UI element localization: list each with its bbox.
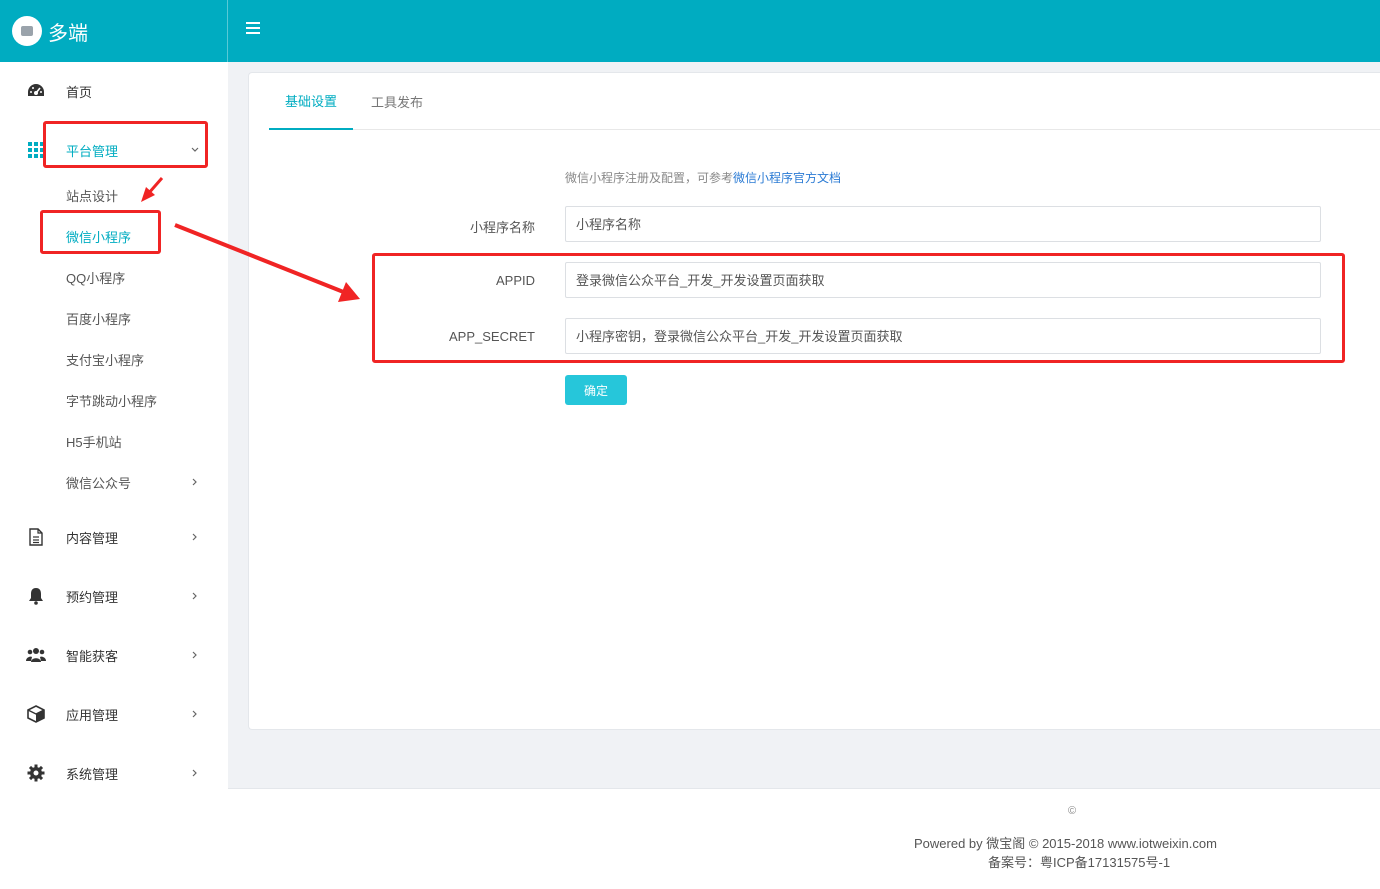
sidebar-subitem-label: QQ小程序 xyxy=(66,270,126,286)
official-docs-link[interactable]: 微信小程序官方文档 xyxy=(733,171,841,185)
brand-logo-icon xyxy=(12,16,42,46)
chevron-right-icon xyxy=(188,589,202,603)
chevron-right-icon xyxy=(188,530,202,544)
sidebar-subitem-site-design[interactable]: 站点设计 xyxy=(0,180,228,210)
sidebar-subitem-wechat-official-account[interactable]: 微信公众号 xyxy=(0,467,228,497)
sidebar-item-content[interactable]: 内容管理 xyxy=(0,517,228,557)
sidebar-subitem-label: 字节跳动小程序 xyxy=(66,393,158,409)
sidebar-item-home[interactable]: 首页 xyxy=(0,71,228,111)
confirm-button[interactable]: 确定 xyxy=(565,375,627,405)
cube-icon xyxy=(26,704,46,724)
miniprogram-name-input[interactable] xyxy=(565,206,1321,242)
users-icon xyxy=(26,645,46,665)
chevron-right-icon xyxy=(188,707,202,721)
annotation-highlight-credentials xyxy=(372,253,1345,363)
annotation-highlight-platform xyxy=(43,121,208,168)
footer: © Powered by 微宝阁 © 2015-2018 www.iotweix… xyxy=(228,788,1380,889)
sidebar-item-label: 首页 xyxy=(66,84,93,100)
top-header: 多端 xyxy=(0,0,1380,62)
copyright-symbol: © xyxy=(1068,805,1077,817)
sidebar-subitem-h5-site[interactable]: H5手机站 xyxy=(0,426,228,456)
sidebar-subitem-bytedance-miniprogram[interactable]: 字节跳动小程序 xyxy=(0,385,228,415)
sidebar-subitem-qq-miniprogram[interactable]: QQ小程序 xyxy=(0,262,228,292)
sidebar-item-label: 预约管理 xyxy=(66,589,119,605)
sidebar-subitem-label: 支付宝小程序 xyxy=(66,352,145,368)
sidebar-item-app-management[interactable]: 应用管理 xyxy=(0,694,228,734)
sidebar-item-label: 应用管理 xyxy=(66,707,119,723)
brand[interactable]: 多端 xyxy=(0,0,228,62)
tab-tool-release[interactable]: 工具发布 xyxy=(355,73,439,130)
sidebar-item-label: 智能获客 xyxy=(66,648,119,664)
brand-title: 多端 xyxy=(48,22,88,45)
sidebar-subitem-label: 百度小程序 xyxy=(66,311,132,327)
sidebar-item-customer-acquisition[interactable]: 智能获客 xyxy=(0,635,228,675)
settings-card: 基础设置 工具发布 微信小程序注册及配置，可参考微信小程序官方文档 小程序名称 … xyxy=(248,72,1380,730)
chevron-right-icon xyxy=(188,766,202,780)
sidebar-item-label: 系统管理 xyxy=(66,766,119,782)
sidebar-subitem-baidu-miniprogram[interactable]: 百度小程序 xyxy=(0,303,228,333)
icp-record-text: 备案号：粤ICP备17131575号-1 xyxy=(988,855,1171,870)
sidebar-subitem-label: H5手机站 xyxy=(66,434,122,450)
sidebar-item-system-management[interactable]: 系统管理 xyxy=(0,753,228,793)
document-icon xyxy=(26,527,46,547)
sidebar-subitem-label: 微信公众号 xyxy=(66,475,132,491)
config-hint: 微信小程序注册及配置，可参考微信小程序官方文档 xyxy=(565,169,841,186)
tab-bar: 基础设置 工具发布 xyxy=(269,73,1380,130)
bell-icon xyxy=(26,586,46,606)
sidebar-subitem-alipay-miniprogram[interactable]: 支付宝小程序 xyxy=(0,344,228,374)
chevron-right-icon xyxy=(188,475,202,489)
hint-text: 微信小程序注册及配置，可参考 xyxy=(565,171,734,185)
powered-by-text: Powered by 微宝阁 © 2015-2018 www.iotweixin… xyxy=(914,836,1217,851)
chevron-right-icon xyxy=(188,648,202,662)
sidebar: 首页 平台管理 站点设计 微信小程序 QQ小程序 百度小程序 支付宝小程序 字节… xyxy=(0,62,228,889)
sidebar-item-label: 内容管理 xyxy=(66,530,119,546)
dashboard-icon xyxy=(26,81,46,101)
sidebar-subitem-label: 站点设计 xyxy=(66,188,119,204)
hamburger-menu-icon[interactable] xyxy=(246,22,260,36)
tab-basic-settings[interactable]: 基础设置 xyxy=(269,73,353,130)
sidebar-item-booking[interactable]: 预约管理 xyxy=(0,576,228,616)
gear-icon xyxy=(26,763,46,783)
annotation-highlight-wechat-miniprogram xyxy=(40,210,161,254)
miniprogram-name-label: 小程序名称 xyxy=(469,220,535,235)
